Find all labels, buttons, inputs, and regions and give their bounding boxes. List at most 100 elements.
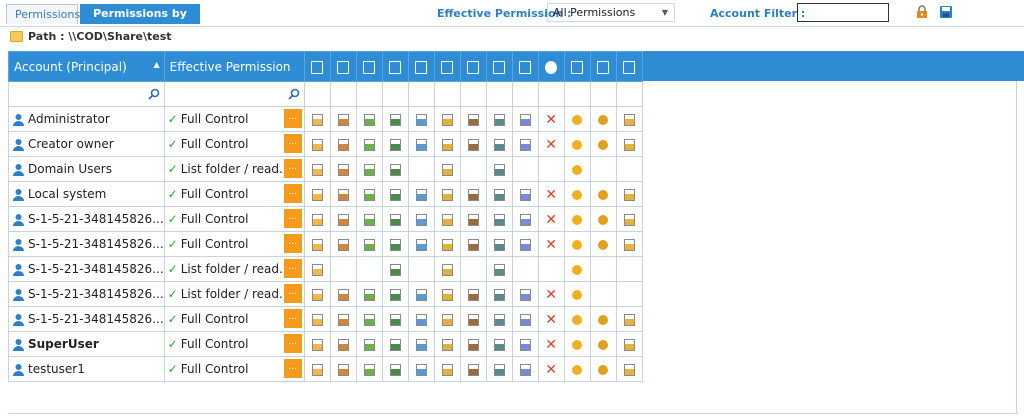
take-ownership-icon <box>623 188 635 201</box>
account-cell: Creator owner <box>8 131 165 157</box>
permission-cell <box>381 356 409 382</box>
table-row[interactable]: S-1-5-21-348145826... ✓ Full Control... ✕ <box>8 231 643 257</box>
sort-up-icon[interactable]: ▲ <box>153 60 159 69</box>
details-button[interactable]: ... <box>283 334 302 353</box>
column-header-traverse-folder[interactable] <box>303 51 331 82</box>
create-folders-icon <box>441 60 454 74</box>
table-row[interactable]: S-1-5-21-348145826... ✓ Full Control... ✕ <box>8 206 643 232</box>
delete-subfolders-icon <box>519 60 532 74</box>
search-icon[interactable] <box>148 88 160 100</box>
details-button[interactable]: ... <box>283 309 302 328</box>
permission-cell <box>433 131 461 157</box>
grid-bottom-border <box>8 413 1018 414</box>
create-files-icon <box>415 113 427 126</box>
table-row[interactable]: S-1-5-21-348145826... ✓ List folder / read… <box>8 256 643 282</box>
user-icon <box>13 214 24 226</box>
permission-cell <box>511 106 539 132</box>
tab-permissions[interactable]: Permissions <box>6 4 80 24</box>
save-icon[interactable] <box>939 5 953 19</box>
permission-cell <box>303 206 331 232</box>
traverse-folder-icon <box>311 163 323 176</box>
details-button[interactable]: ... <box>283 259 302 278</box>
details-button[interactable]: ... <box>283 209 302 228</box>
table-row[interactable]: testuser1 ✓ Full Control... ✕ <box>8 356 643 382</box>
permission-cell <box>381 106 409 132</box>
change-permissions-icon <box>598 114 609 125</box>
table-row[interactable]: Domain Users ✓ List folder / read...... <box>8 156 643 182</box>
table-row[interactable]: Local system ✓ Full Control... ✕ <box>8 181 643 207</box>
column-header-read-extended-attributes[interactable] <box>381 51 409 82</box>
column-header-delete[interactable] <box>537 51 565 82</box>
account-cell: testuser1 <box>8 356 165 382</box>
read-permissions-icon <box>572 214 583 225</box>
permission-cell <box>615 281 643 307</box>
column-header-change-permissions[interactable] <box>589 51 617 82</box>
permission-cell <box>433 256 461 282</box>
permission-cell <box>589 256 617 282</box>
permission-cell <box>485 106 513 132</box>
column-header-effective[interactable]: Effective Permission <box>163 51 305 82</box>
take-ownership-icon <box>623 313 635 326</box>
list-folder-icon <box>337 138 349 151</box>
table-row[interactable]: S-1-5-21-348145826... ✓ Full Control... ✕ <box>8 306 643 332</box>
details-button[interactable]: ... <box>283 134 302 153</box>
permission-cell <box>511 306 539 332</box>
column-header-read-attributes[interactable] <box>355 51 383 82</box>
permission-cell <box>459 356 487 382</box>
permission-cell <box>329 131 357 157</box>
permission-cell <box>459 256 487 282</box>
account-name: SuperUser <box>28 337 99 351</box>
details-button[interactable]: ... <box>283 284 302 303</box>
column-header-write-extended-attributes[interactable] <box>485 51 513 82</box>
details-button[interactable]: ... <box>283 234 302 253</box>
details-button[interactable]: ... <box>283 359 302 378</box>
table-row[interactable]: Administrator ✓ Full Control... ✕ <box>8 106 643 132</box>
create-files-icon <box>415 188 427 201</box>
permission-cell <box>303 106 331 132</box>
permission-cell <box>563 206 591 232</box>
table-row[interactable]: S-1-5-21-348145826... ✓ List folder / read… <box>8 281 643 307</box>
take-ownership-icon <box>623 338 635 351</box>
header-extension <box>634 51 1024 81</box>
permission-cell <box>329 256 357 282</box>
account-filter-input[interactable] <box>797 3 889 22</box>
check-icon: ✓ <box>167 287 178 301</box>
details-button[interactable]: ... <box>283 184 302 203</box>
account-cell: Domain Users <box>8 156 165 182</box>
permission-cell <box>433 106 461 132</box>
change-permissions-icon <box>598 339 609 350</box>
lock-icon[interactable] <box>915 5 929 19</box>
effective-permission-text: Full Control <box>180 137 249 151</box>
create-files-icon <box>415 363 427 376</box>
permission-cell <box>511 206 539 232</box>
table-row[interactable]: Creator owner ✓ Full Control... ✕ <box>8 131 643 157</box>
column-header-read-permissions[interactable] <box>563 51 591 82</box>
effective-filter-cell[interactable] <box>163 81 305 107</box>
create-folders-icon <box>441 238 453 251</box>
table-row[interactable]: SuperUser ✓ Full Control... ✕ <box>8 331 643 357</box>
column-header-list-folder[interactable] <box>329 51 357 82</box>
column-header-create-folders[interactable] <box>433 51 461 82</box>
search-icon[interactable] <box>288 88 300 100</box>
change-permissions-icon <box>597 60 610 74</box>
account-filter-cell[interactable] <box>8 81 165 107</box>
delete-subfolders-icon <box>519 288 531 301</box>
permission-cell <box>485 331 513 357</box>
effective-permission-select[interactable]: All Permissions ▼ <box>547 3 675 22</box>
column-header-write-attributes[interactable] <box>459 51 487 82</box>
tab-permissions-by-user[interactable]: Permissions by User <box>80 4 200 40</box>
column-header-account[interactable]: Account (Principal) ▲ <box>8 51 165 82</box>
user-icon <box>13 339 24 351</box>
column-header-take-ownership[interactable] <box>615 51 643 82</box>
column-header-create-files[interactable] <box>407 51 435 82</box>
details-button[interactable]: ... <box>283 109 302 128</box>
permission-cell <box>615 206 643 232</box>
permission-cell <box>537 256 565 282</box>
take-ownership-icon <box>623 363 635 376</box>
read-attributes-icon <box>363 313 375 326</box>
permission-cell <box>303 231 331 257</box>
column-header-delete-subfolders[interactable] <box>511 51 539 82</box>
details-button[interactable]: ... <box>283 159 302 178</box>
permission-cell <box>407 281 435 307</box>
permission-cell <box>485 281 513 307</box>
